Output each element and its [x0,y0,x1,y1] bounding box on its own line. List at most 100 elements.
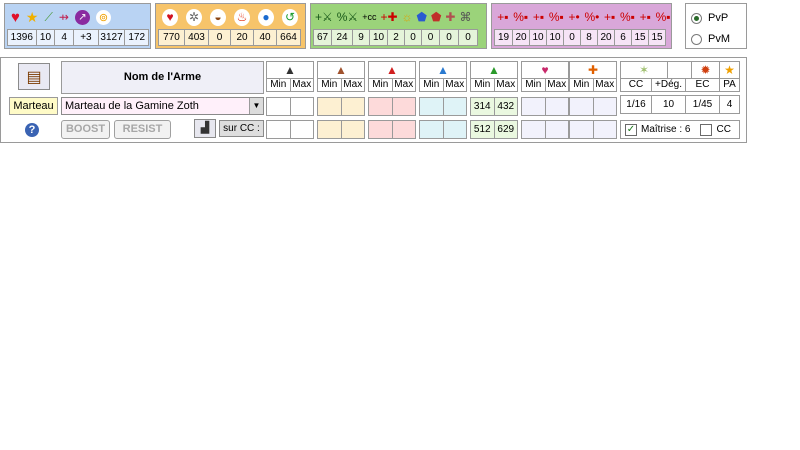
stat-value: 172 [124,29,150,46]
pvp-radio[interactable] [691,12,702,24]
stat-value: 20 [230,29,254,46]
help-icon[interactable]: ? [25,123,39,137]
earth-mountain-icon: ▲ [317,61,365,79]
maitrise-row: ✓ Maîtrise : 6 CC [620,120,740,139]
book-icon[interactable]: ▤ [18,63,50,90]
min-label: Min [317,79,342,92]
stat-value: 770 [158,29,185,46]
stat-value: 6 [614,29,632,46]
max-value [443,97,467,116]
column-water: ▲ Min Max [419,61,467,92]
min-value [266,97,291,116]
res-pct-water-icon: %▪ [620,10,635,24]
min-value: 314 [470,97,495,116]
stat-value: 15 [631,29,649,46]
max-value: 432 [494,97,518,116]
steal-row2 [521,120,569,139]
cc-header: CC [620,79,652,92]
pvp-option[interactable]: PvP [691,12,728,24]
min-label: Min [470,79,495,92]
sun-icon: ☼ [401,10,413,24]
stat-value: 40 [253,29,277,46]
ec-value: 1/45 [686,95,720,114]
res-pct-neutral-icon: %▪ [513,10,529,24]
heal-row1 [569,97,617,116]
air-row1: 314 432 [470,97,518,116]
heart-steal-icon: ♥ [521,61,569,79]
max-value [593,120,617,139]
res-plus-air-icon: +▪ [639,10,651,24]
fire-badge-icon: ♨ [234,8,250,26]
resist-button[interactable]: RESIST [114,120,171,139]
column-heal: ✚ Min Max [569,61,617,92]
column-steal: ♥ Min Max [521,61,569,92]
fire-mountain-icon: ▲ [368,61,416,79]
maitrise-label: Maîtrise : 6 [641,124,691,135]
stat-value: 0 [458,29,478,46]
shield-red-icon: ⬟ [430,10,442,24]
stat-value: 664 [276,29,301,46]
column-fire: ▲ Min Max [368,61,416,92]
max-value: 629 [494,120,518,139]
air-badge-icon: ↺ [282,8,298,26]
stat-value: 67 [313,29,332,46]
pvm-option[interactable]: PvM [691,33,730,45]
sur-cc-label: sur CC : [219,120,264,137]
air-mountain-icon: ▲ [470,61,518,79]
boost-button[interactable]: BOOST [61,120,110,139]
bandage-icon: ✚ [445,10,456,24]
max-label: Max [545,79,569,92]
neutral-mountain-icon: ▲ [266,61,314,79]
neutral-row1 [266,97,314,116]
plus-cc-icon: + cc [362,12,377,22]
maitrise-checkbox[interactable]: ✓ [625,123,637,136]
stat-value: 10 [369,29,388,46]
stat-value: 2 [387,29,405,46]
max-value [290,120,314,139]
stats-values-1: 1396 10 4 +3 3127 172 [7,29,150,46]
stat-value: 0 [404,29,422,46]
syringe-icon: ⟋ [44,9,53,24]
min-value [419,120,444,139]
arrow-badge-icon: ↗ [74,9,90,25]
pa-star-icon: ★ [720,61,740,79]
fire-row2 [368,120,416,139]
cc-toggle-icon[interactable]: ▟ [194,119,216,138]
min-value [368,97,393,116]
min-label: Min [569,79,594,92]
fire-row1 [368,97,416,116]
weapon-select[interactable]: Marteau de la Gamine Zoth ▼ [61,97,264,115]
water-badge-icon: ● [258,8,274,26]
max-value [290,97,314,116]
max-value [545,97,569,116]
res-plus-neutral-icon: +▪ [497,10,509,24]
earth-row2 [317,120,365,139]
min-value [368,120,393,139]
air-row2: 512 629 [470,120,518,139]
min-label: Min [266,79,291,92]
critical-block: ✶ ✹ ★ CC +Dég. EC PA 1/16 10 1/45 4 [620,61,740,114]
pvm-radio[interactable] [691,33,702,45]
stat-value: 24 [331,29,353,46]
cc-checkbox[interactable] [700,123,713,136]
blank-icon-cell [668,61,692,79]
column-neutral: ▲ Min Max [266,61,314,92]
stat-value: 1396 [7,29,37,46]
stat-value: 4 [54,29,75,46]
stat-value: 9 [352,29,370,46]
dmg-value: 10 [652,95,686,114]
stat-value: 20 [597,29,615,46]
heart-badge-icon: ♥ [162,8,178,26]
stat-value: 0 [421,29,440,46]
swirl-icon: ⊚ [95,9,111,25]
stats-group-vitality: ♥ ★ ⟋ ⇸ ↗ ⊚ 1396 10 4 +3 3127 172 [4,3,151,49]
min-value [266,120,291,139]
chevron-down-icon[interactable]: ▼ [249,98,263,114]
stats-group-elements: ♥ ✲ ◒ ♨ ● ↺ 770 403 0 20 40 664 [155,3,306,49]
steal-row1 [521,97,569,116]
pa-header: PA [720,79,740,92]
max-label: Max [593,79,617,92]
trap-icon: ⌘ [459,10,472,24]
neutral-row2 [266,120,314,139]
min-value [317,97,342,116]
